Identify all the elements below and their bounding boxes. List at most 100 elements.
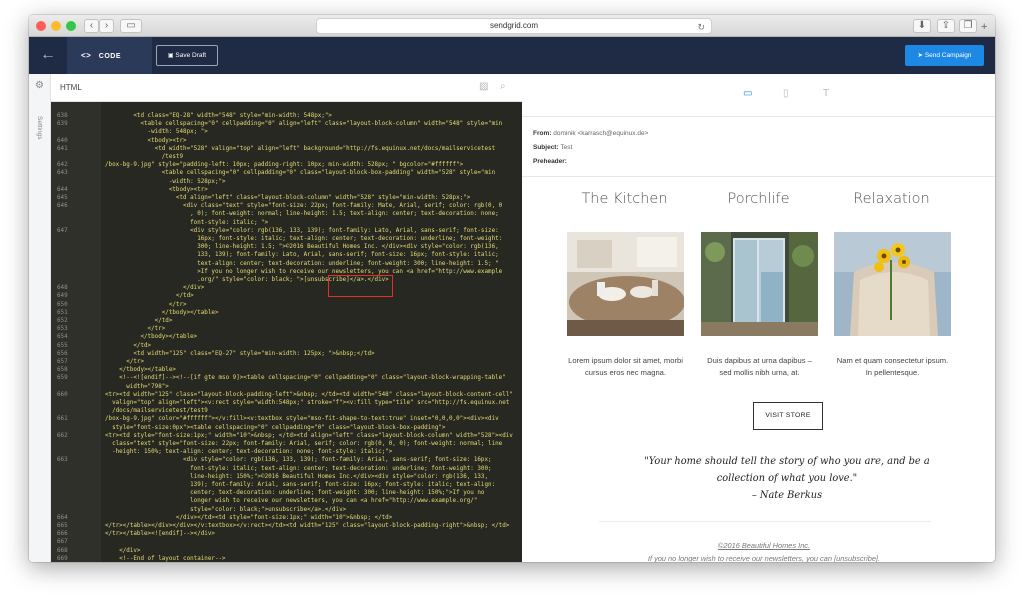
code-text: -width: 528px;">: [105, 178, 226, 185]
code-text: <!--<![endif]--><!--[if gte mso 9]><tabl…: [105, 375, 506, 382]
search-icon[interactable]: ⌕: [500, 81, 506, 92]
code-text: /box-bg-9.jpg" color="#ffffff"></v:fill>…: [105, 416, 499, 423]
line-number: 645: [57, 195, 68, 201]
code-text: line-height: 150%;">©2016 Beautiful Home…: [105, 473, 489, 480]
save-draft-button[interactable]: ▣ Save Draft: [156, 45, 218, 66]
code-text: </div>: [105, 285, 205, 292]
visit-store-button[interactable]: VISIT STORE: [753, 402, 823, 430]
tab-code[interactable]: <> CODE: [67, 37, 152, 74]
code-text: <td class="EQ-28" width="548" style="min…: [105, 113, 332, 119]
line-number: 642: [57, 162, 68, 169]
code-text: </tr>: [105, 326, 166, 333]
code-text: /test9: [105, 154, 184, 160]
from-value: dominik <karrasch@equinux.de>: [553, 130, 649, 137]
code-text: 139); font-family: Arial, sans-serif; fo…: [105, 482, 496, 488]
footer-text: If you no longer wish to receive our new…: [647, 554, 835, 562]
address-bar[interactable]: sendgrid.com ↻: [316, 18, 712, 34]
caption-kitchen: Lorem ipsum dolor sit amet, morbi cursus…: [568, 356, 683, 377]
code-text: <tr><td style="font-size:1px;" width="10…: [105, 432, 513, 439]
divider: [522, 176, 995, 177]
code-text: </div>: [105, 547, 141, 554]
line-number: 659: [57, 375, 68, 382]
desktop-view-icon[interactable]: ▭: [743, 88, 752, 99]
code-text: , 0); font-weight: normal; line-height: …: [105, 211, 499, 218]
footer-divider: [599, 521, 931, 522]
new-tab-icon[interactable]: +: [981, 21, 987, 33]
from-row: From: dominik <karrasch@equinux.de>: [533, 130, 648, 137]
copyright-text: ©2016 Beautiful Homes Inc.: [717, 541, 811, 550]
code-text: <table cellspacing="0" cellpadding="0" c…: [105, 170, 496, 177]
code-text: </tr>: [105, 359, 145, 365]
share-icon[interactable]: ⇪: [937, 19, 955, 33]
mobile-view-icon[interactable]: ▯: [783, 88, 789, 99]
sunflower-chair-photo: [834, 232, 951, 336]
paper-plane-icon: ➤: [917, 52, 923, 59]
column-title-porchlife: Porchlife: [727, 191, 790, 207]
subject-value: Test: [560, 144, 573, 151]
unsubscribe-highlight-box: [328, 275, 393, 297]
code-text: 16px; font-style: italic; text-align: ce…: [105, 236, 503, 242]
line-number: 669: [57, 555, 68, 562]
code-text: </tr></table></div></div></v:textbox></v…: [105, 523, 510, 529]
quote-line-1: "Your home should tell the story of who …: [644, 456, 930, 467]
from-label: From:: [533, 130, 552, 137]
preview-header: ▭ ▯ T: [522, 74, 995, 117]
text-view-icon[interactable]: T: [823, 88, 829, 99]
url-text: sendgrid.com: [489, 21, 539, 30]
line-number: 657: [57, 359, 68, 365]
line-number: 667: [57, 539, 68, 546]
code-text: </td>: [105, 342, 152, 349]
download-icon[interactable]: ⬇: [913, 19, 931, 33]
line-number: 639: [57, 121, 68, 128]
footer-copyright: ©2016 Beautiful Homes Inc.: [589, 541, 939, 550]
settings-rail[interactable]: ⚙ Settings: [29, 74, 51, 562]
code-text: <!--End of layout container-->: [105, 555, 226, 562]
code-text: -width: 548px; ">: [105, 129, 208, 136]
line-number: 653: [57, 326, 68, 333]
tabs-overview-icon[interactable]: ❐: [959, 19, 977, 33]
image-icon[interactable]: ▨: [479, 81, 488, 92]
unsubscribe-link[interactable]: [unsubscribe]: [834, 554, 878, 562]
line-number: 638: [57, 113, 68, 119]
code-text: </td>: [105, 318, 173, 324]
back-arrow-icon[interactable]: ‹: [84, 19, 99, 33]
column-title-kitchen: The Kitchen: [581, 191, 668, 207]
settings-label: Settings: [36, 116, 43, 140]
code-text: style="color: black;">unsubscribe</a>.</…: [105, 506, 347, 513]
code-text: /box-bg-9.jpg" style="padding-left: 10px…: [105, 162, 464, 169]
line-number: 650: [57, 301, 68, 308]
code-text: 133, 139); font-family: Lato, Arial, san…: [105, 252, 499, 259]
line-number: 661: [57, 416, 68, 423]
line-number: 660: [57, 391, 68, 398]
minimize-window-button[interactable]: [51, 21, 61, 31]
save-icon: ▣: [167, 53, 174, 59]
code-text: longer wish to receive our newsletters, …: [105, 498, 478, 505]
sidebar-toggle-icon[interactable]: ▭: [120, 19, 142, 33]
code-text: <div style="color: rgb(136, 133, 139); f…: [105, 227, 499, 234]
code-text: center; text-decoration: underline; font…: [105, 490, 485, 497]
line-number: 644: [57, 186, 68, 193]
code-text: </tbody></table>: [105, 309, 219, 316]
line-number: 665: [57, 523, 68, 529]
close-window-button[interactable]: [36, 21, 46, 31]
line-number: 647: [57, 227, 68, 234]
reload-icon[interactable]: ↻: [697, 20, 705, 34]
send-campaign-button[interactable]: ➤ Send Campaign: [905, 45, 984, 66]
editor-title: HTML: [60, 83, 82, 92]
zoom-window-button[interactable]: [66, 21, 76, 31]
browser-window: ‹ › ▭ sendgrid.com ↻ ⬇ ⇪ ❐ + ← <> CODE ▣…: [29, 15, 995, 562]
forward-arrow-icon[interactable]: ›: [99, 19, 114, 33]
code-text: -height: 150%; text-align: center; text-…: [105, 449, 393, 456]
back-arrow-icon[interactable]: ←: [29, 37, 67, 74]
code-editor[interactable]: 638 <td class="EQ-28" width="548" style=…: [51, 102, 522, 562]
line-number: 641: [57, 145, 68, 152]
code-text: 300; line-height: 1.5; ">©2016 Beautiful…: [105, 244, 499, 251]
line-number: 666: [57, 531, 68, 538]
code-text: </div></td><td style="font-size:1px;" wi…: [105, 514, 393, 521]
quote-author: – Nate Berkus: [751, 490, 823, 501]
kitchen-photo: [567, 232, 684, 336]
subject-row: Subject: Test: [533, 144, 572, 151]
line-number: 662: [57, 432, 68, 439]
code-text: </td>: [105, 293, 194, 300]
gear-icon[interactable]: ⚙: [35, 80, 44, 91]
